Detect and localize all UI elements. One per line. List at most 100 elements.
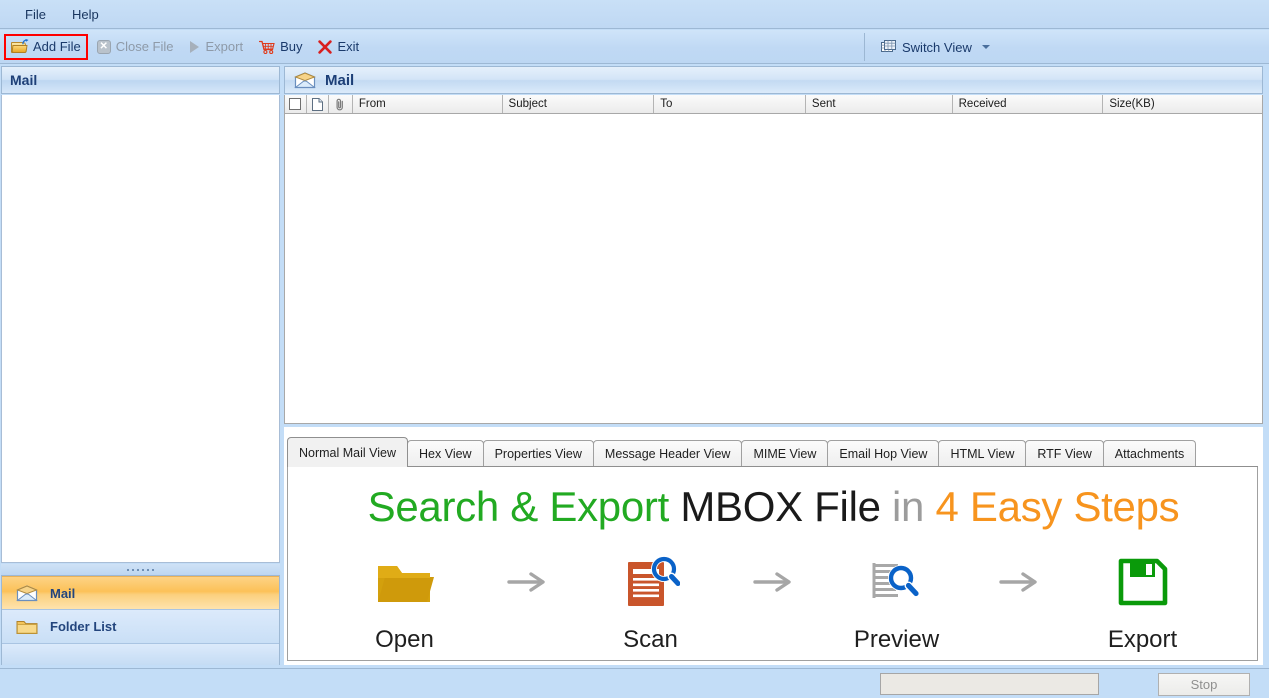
add-file-button[interactable]: Add File [4, 33, 88, 60]
column-received[interactable]: Received [952, 95, 1104, 113]
column-attachment[interactable] [328, 95, 353, 113]
promo-headline-part-2: MBOX File [680, 483, 881, 530]
mail-envelope-icon [16, 584, 38, 602]
progress-bar [880, 673, 1099, 695]
sidebar-item-folder-list-label: Folder List [50, 619, 117, 634]
close-file-button[interactable]: ✕ Close File [90, 34, 181, 60]
promo-arrow-1 [489, 552, 567, 612]
export-label: Export [205, 39, 244, 54]
switch-view-label: Switch View [902, 39, 972, 55]
promo-step-export: Export [1059, 552, 1227, 654]
tab-label: RTF View [1037, 447, 1092, 461]
tab-mime-view[interactable]: MIME View [741, 440, 829, 467]
tab-panel-normal-mail-view: Search & Export MBOX File in 4 Easy Step… [287, 466, 1258, 661]
sidebar-item-mail[interactable]: Mail [2, 576, 279, 610]
buy-button[interactable]: Buy [252, 34, 309, 60]
close-icon: ✕ [96, 39, 111, 54]
checkbox-icon[interactable] [289, 98, 302, 110]
mail-grid-header: From Subject To Sent Received Size(KB) [284, 95, 1263, 114]
tab-label: Normal Mail View [299, 445, 397, 460]
mail-pane: Mail From Subject To Sent Received Size(… [284, 66, 1263, 665]
column-subject[interactable]: Subject [502, 95, 655, 113]
panel-splitter[interactable] [1, 564, 280, 575]
mail-grid-body[interactable] [284, 114, 1263, 424]
tab-label: Message Header View [604, 447, 731, 461]
promo-arrow-2 [735, 552, 813, 612]
exit-button[interactable]: Exit [311, 34, 366, 60]
tab-label: Email Hop View [839, 447, 928, 461]
promo-step-open: Open [321, 552, 489, 654]
left-panel-header: Mail [1, 66, 280, 94]
floppy-save-icon [1059, 552, 1227, 612]
tab-properties-view[interactable]: Properties View [482, 440, 594, 467]
page-title: Mail [325, 71, 355, 89]
left-panel-title: Mail [10, 72, 38, 88]
sidebar-item-folder-list[interactable]: Folder List [2, 610, 279, 644]
folder-tree[interactable] [1, 95, 280, 563]
promo-step-preview: Preview [813, 552, 981, 654]
tab-label: Attachments [1114, 447, 1185, 461]
stop-button[interactable]: Stop [1158, 673, 1250, 696]
column-sent[interactable]: Sent [805, 95, 953, 113]
left-panel: Mail Mail Folder List [1, 66, 280, 665]
menu-item-file[interactable]: File [14, 4, 57, 25]
tab-html-view[interactable]: HTML View [938, 440, 1027, 467]
promo-step-scan-label: Scan [623, 626, 678, 653]
folder-closed-icon [16, 618, 38, 635]
folder-open-icon [321, 552, 489, 612]
tab-attachments[interactable]: Attachments [1102, 440, 1197, 467]
promo-step-export-label: Export [1107, 626, 1178, 653]
stop-button-label: Stop [1190, 677, 1218, 692]
column-read-status[interactable] [306, 95, 329, 113]
column-size[interactable]: Size(KB) [1103, 95, 1262, 113]
attachment-paperclip-icon [336, 98, 344, 110]
mail-pane-header: Mail [284, 66, 1263, 94]
tab-rtf-view[interactable]: RTF View [1025, 440, 1104, 467]
add-file-label: Add File [33, 39, 81, 54]
toolbar: Add File ✕ Close File Export Buy Exit Sw… [0, 30, 1269, 64]
exit-close-icon [318, 39, 333, 54]
right-edge-filler [1263, 64, 1269, 668]
buy-label: Buy [280, 39, 303, 54]
tab-strip: Normal Mail View Hex View Properties Vie… [287, 437, 1197, 467]
arrow-right-icon [752, 572, 791, 592]
tab-label: MIME View [753, 447, 817, 461]
application-window: File Help Add File ✕ Close File Export B… [0, 0, 1269, 698]
tab-label: Properties View [494, 447, 582, 461]
promo-headline-part-4: 4 Easy Steps [935, 483, 1180, 530]
promo-headline: Search & Export MBOX File in 4 Easy Step… [288, 483, 1259, 531]
shopping-cart-icon [259, 40, 275, 54]
export-button[interactable]: Export [183, 34, 251, 60]
promo-step-open-label: Open [375, 626, 434, 653]
status-bar: Stop [0, 668, 1269, 698]
switch-view-button[interactable]: Switch View [874, 34, 997, 60]
promo-step-scan: Scan [567, 552, 735, 654]
folder-open-icon [11, 38, 29, 54]
arrow-right-icon [506, 572, 545, 592]
promo-headline-part-1: Search & Export [367, 483, 670, 530]
tab-hex-view[interactable]: Hex View [407, 440, 484, 467]
column-from[interactable]: From [352, 95, 503, 113]
exit-label: Exit [337, 39, 360, 54]
menu-item-help[interactable]: Help [61, 4, 110, 25]
navigation-list: Mail Folder List [1, 575, 280, 665]
column-select-all[interactable] [285, 95, 307, 113]
arrow-glyph [22, 38, 29, 44]
arrow-right-icon [998, 572, 1037, 592]
tab-normal-mail-view[interactable]: Normal Mail View [287, 437, 409, 467]
navigation-empty-row [2, 644, 279, 665]
tab-email-hop-view[interactable]: Email Hop View [827, 440, 940, 467]
tab-strip-underline [287, 466, 1258, 467]
promo-steps: Open Scan Preview Export [288, 552, 1259, 654]
promo-arrow-3 [981, 552, 1059, 612]
document-search-icon [567, 552, 735, 612]
switch-view-group: Switch View [864, 33, 998, 61]
column-to[interactable]: To [654, 95, 806, 113]
promo-headline-part-3: in [892, 483, 925, 530]
tab-label: HTML View [950, 447, 1015, 461]
tab-message-header-view[interactable]: Message Header View [592, 440, 743, 467]
menu-bar: File Help [0, 0, 1269, 29]
page-icon [311, 97, 323, 111]
close-file-label: Close File [115, 39, 174, 54]
tab-label: Hex View [419, 447, 472, 461]
